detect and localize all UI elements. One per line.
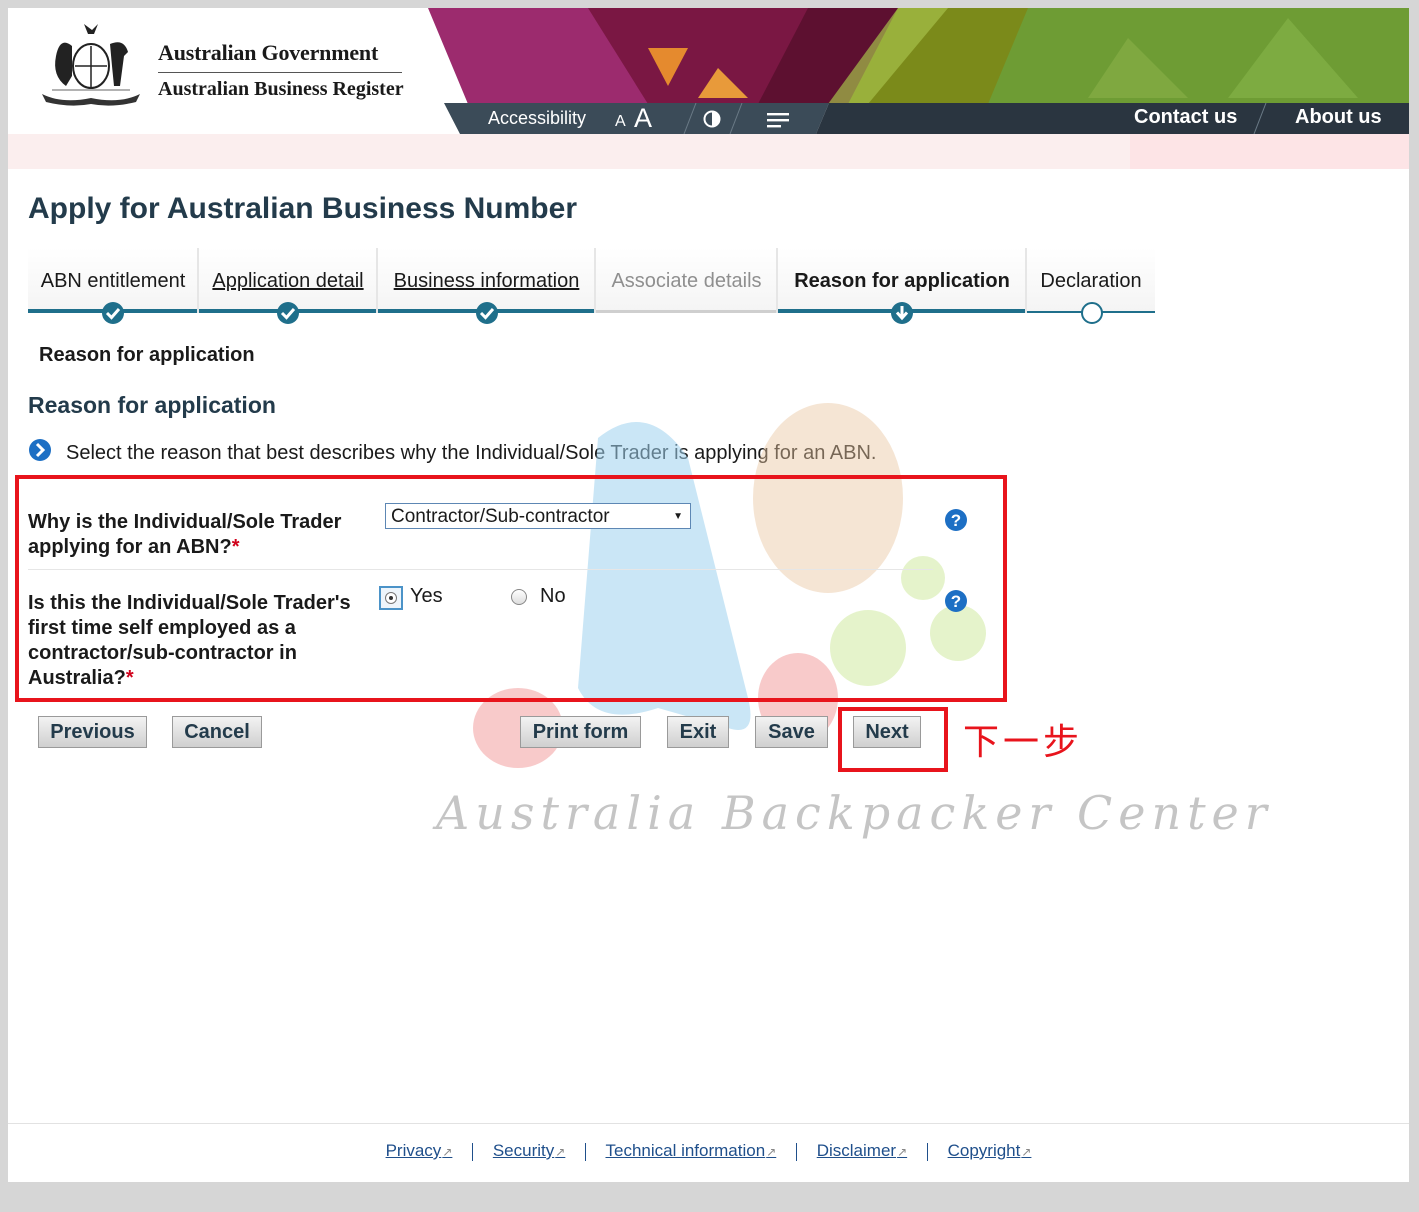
instruction-text: Select the reason that best describes wh…: [66, 442, 877, 464]
external-link-icon: ↗: [897, 1145, 908, 1159]
next-step-annotation: 下一步: [963, 722, 1084, 763]
external-link-icon: ↗: [766, 1145, 777, 1159]
font-increase-button[interactable]: A: [634, 103, 652, 134]
print-form-button[interactable]: Print form: [520, 716, 641, 748]
chevron-right-icon: [29, 439, 51, 461]
page-title: Apply for Australian Business Number: [28, 192, 577, 225]
check-icon: [102, 302, 124, 324]
footer-divider: [8, 1123, 1409, 1124]
gov-subtitle: Australian Business Register: [158, 78, 404, 100]
coat-of-arms-logo: [42, 24, 140, 106]
radio-no-label[interactable]: No: [540, 585, 566, 608]
step-label: ABN entitlement: [40, 270, 186, 292]
step-label: Declaration: [1040, 270, 1142, 292]
help-icon[interactable]: ?: [944, 508, 968, 532]
dropdown-arrow-icon: ▼: [673, 511, 683, 522]
question-first-time-label: Is this the Individual/Sole Trader's fir…: [28, 592, 351, 689]
question-reason-label: Why is the Individual/Sole Trader applyi…: [28, 511, 342, 558]
exit-button[interactable]: Exit: [667, 716, 729, 748]
disclaimer-link[interactable]: Disclaimer↗: [817, 1141, 907, 1160]
security-link[interactable]: Security↗: [493, 1141, 565, 1160]
reason-select[interactable]: Contractor/Sub-contractor ▼: [385, 503, 691, 529]
arrow-down-icon: [891, 302, 913, 324]
external-link-icon: ↗: [555, 1145, 566, 1159]
contrast-icon[interactable]: [703, 110, 721, 128]
cancel-button[interactable]: Cancel: [172, 716, 262, 748]
question-divider: [28, 569, 933, 570]
gov-title: Australian Government: [158, 40, 379, 65]
site-header: Australian Government Australian Busines…: [8, 8, 1409, 134]
help-icon[interactable]: ?: [944, 589, 968, 613]
progress-steps: ABN entitlement Application detail Busin…: [28, 248, 1158, 324]
svg-text:?: ?: [951, 511, 961, 530]
svg-text:?: ?: [951, 592, 961, 611]
menu-icon[interactable]: [767, 112, 789, 128]
step-label: Associate details: [611, 270, 762, 292]
accessibility-label: Accessibility: [488, 108, 587, 128]
sub-heading: Reason for application: [39, 344, 255, 366]
next-highlight-box: [838, 707, 948, 772]
decorative-banner: [428, 8, 1409, 104]
check-icon: [277, 302, 299, 324]
check-icon: [476, 302, 498, 324]
step-label: Reason for application: [794, 270, 1010, 292]
privacy-link[interactable]: Privacy↗: [386, 1141, 453, 1160]
step-label[interactable]: Business information: [378, 270, 595, 293]
previous-button[interactable]: Previous: [38, 716, 147, 748]
page: Australian Government Australian Busines…: [8, 8, 1409, 1182]
section-heading: Reason for application: [28, 392, 276, 418]
header-divider: [158, 72, 402, 73]
technical-information-link[interactable]: Technical information↗: [605, 1141, 776, 1160]
save-button[interactable]: Save: [755, 716, 828, 748]
accessibility-toolbar: Accessibility A A Contact us About us: [444, 103, 1409, 134]
step-associate-details: Associate details: [596, 248, 778, 313]
font-decrease-button[interactable]: A: [615, 113, 626, 131]
external-link-icon: ↗: [442, 1145, 453, 1159]
header-accent-bar: [8, 134, 1409, 169]
external-link-icon: ↗: [1021, 1145, 1032, 1159]
about-us-link[interactable]: About us: [1295, 106, 1382, 129]
watermark-text: Australia Backpacker Center: [436, 786, 1273, 840]
empty-circle-icon: [1081, 302, 1103, 324]
step-label[interactable]: Application detail: [199, 270, 377, 293]
copyright-link[interactable]: Copyright↗: [948, 1141, 1032, 1160]
radio-yes-label[interactable]: Yes: [410, 585, 443, 608]
radio-no[interactable]: [511, 589, 527, 605]
contact-us-link[interactable]: Contact us: [1134, 106, 1237, 129]
radio-yes[interactable]: [379, 586, 403, 610]
footer-links: Privacy↗ Security↗ Technical information…: [8, 1141, 1409, 1161]
